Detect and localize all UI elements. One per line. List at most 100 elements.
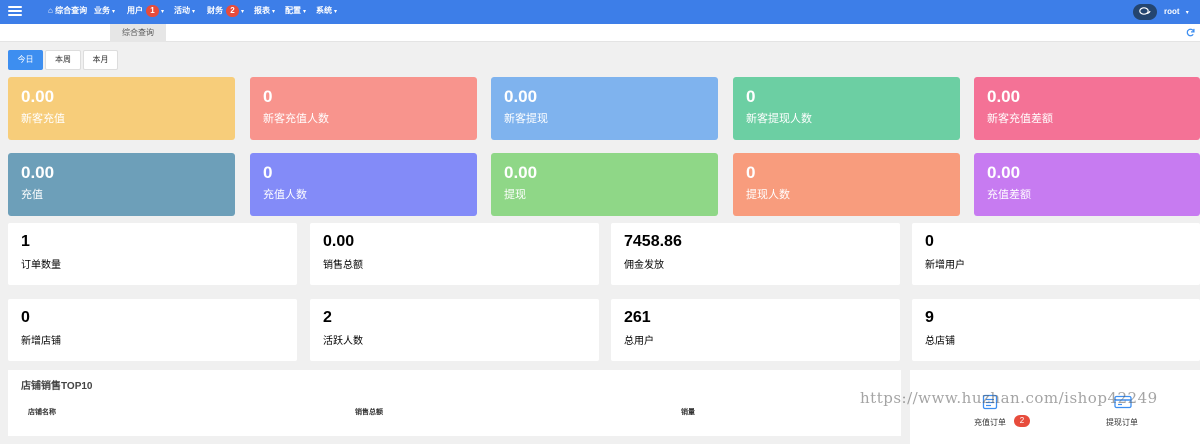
stat-card-new-recharge-diff: 0.00 新客充值差额 [974, 77, 1200, 140]
nav-item-label: 报表 [254, 6, 270, 15]
nav-item-users[interactable]: 用户 1 ▾ [127, 0, 164, 24]
stat-value: 0.00 [504, 87, 538, 106]
stat-card-withdraw-users: 0 提现人数 [733, 153, 960, 216]
stat-value: 1 [21, 233, 30, 250]
stat-card-commission: 7458.86 佣金发放 [611, 223, 900, 285]
recharge-orders-badge: 2 [1014, 415, 1030, 427]
stat-value: 7458.86 [624, 233, 682, 250]
stat-value: 0.00 [21, 87, 55, 106]
column-header-sales-total: 销售总额 [355, 409, 383, 416]
nav-item-label: 综合查询 [55, 6, 88, 15]
stat-label: 佣金发放 [624, 260, 664, 271]
stat-label: 充值差额 [987, 189, 1031, 201]
chevron-down-icon: ▾ [1185, 10, 1189, 16]
stat-card-recharge-users: 0 充值人数 [250, 153, 477, 216]
stat-value: 0 [263, 163, 273, 182]
tab-overview[interactable]: 综合查询 [110, 24, 166, 42]
hamburger-menu-icon[interactable] [8, 4, 22, 18]
stat-card-new-withdraw: 0.00 新客提现 [491, 77, 718, 140]
column-header-shop-name: 店铺名称 [28, 409, 56, 416]
stat-label: 新增店铺 [21, 336, 61, 347]
top-navbar: ⌂ 综合查询 业务 ▾ 用户 1 ▾ 活动 ▾ 财务 2 ▾ 报表 ▾ 配置 ▾ 系统 ▾ roo… [0, 0, 1200, 24]
chevron-down-icon: ▾ [241, 9, 245, 15]
nav-item-activity[interactable]: 活动 ▾ [174, 0, 195, 24]
stat-card-recharge-diff: 0.00 充值差额 [974, 153, 1200, 216]
stat-card-new-recharge: 0.00 新客充值 [8, 77, 235, 140]
nav-item-label: 活动 [174, 6, 190, 15]
stat-label: 提现 [504, 189, 526, 201]
stat-card-sales-total: 0.00 销售总额 [310, 223, 599, 285]
stat-value: 0.00 [987, 163, 1021, 182]
stat-value: 0 [746, 87, 756, 106]
stat-card-new-shops: 0 新增店铺 [8, 299, 297, 361]
chevron-down-icon: ▾ [161, 9, 165, 15]
period-today-button[interactable]: 今日 [8, 50, 43, 70]
stat-label: 活跃人数 [323, 336, 363, 347]
nav-item-label: 系统 [316, 6, 332, 15]
stat-value: 0.00 [323, 233, 355, 250]
stat-value: 0.00 [504, 163, 538, 182]
chevron-down-icon: ▾ [303, 9, 307, 15]
tab-strip: 综合查询 [0, 24, 1200, 42]
stat-value: 0 [746, 163, 756, 182]
username: root [1164, 7, 1180, 16]
period-week-button[interactable]: 本周 [45, 50, 81, 70]
stat-card-total-users: 261 总用户 [611, 299, 900, 361]
stat-label: 新增用户 [925, 260, 965, 271]
stat-label: 订单数量 [21, 260, 61, 271]
stat-card-order-count: 1 订单数量 [8, 223, 297, 285]
stat-label: 充值人数 [263, 189, 307, 201]
stat-value: 9 [925, 309, 934, 326]
stat-card-total-shops: 9 总店铺 [912, 299, 1200, 361]
nav-item-business[interactable]: 业务 ▾ [94, 0, 115, 24]
withdraw-orders-label: 提现订单 [1106, 418, 1138, 427]
stat-card-active-users: 2 活跃人数 [310, 299, 599, 361]
stat-label: 新客提现 [504, 113, 548, 125]
chevron-down-icon: ▾ [334, 9, 338, 15]
chat-bubble-icon [1139, 7, 1151, 15]
column-header-sales-volume: 销量 [681, 409, 695, 416]
stat-value: 0 [263, 87, 273, 106]
nav-item-reports[interactable]: 报表 ▾ [254, 0, 275, 24]
stat-label: 新客充值 [21, 113, 65, 125]
stat-value: 0.00 [21, 163, 55, 182]
stat-label: 充值 [21, 189, 43, 201]
refresh-icon[interactable] [1186, 28, 1195, 37]
stat-value: 261 [624, 309, 651, 326]
stat-label: 新客充值差额 [987, 113, 1053, 125]
home-icon: ⌂ [48, 6, 53, 15]
chat-icon[interactable] [1133, 4, 1157, 20]
panel-title: 店铺销售TOP10 [21, 381, 93, 392]
nav-item-finance[interactable]: 财务 2 ▾ [207, 0, 244, 24]
nav-item-label: 业务 [94, 6, 110, 15]
watermark-text: https://www.huzhan.com/ishop42249 [860, 389, 1158, 407]
nav-item-label: 配置 [285, 6, 301, 15]
nav-item-system[interactable]: 系统 ▾ [316, 0, 337, 24]
chevron-down-icon: ▾ [272, 9, 276, 15]
stat-card-new-recharge-users: 0 新客充值人数 [250, 77, 477, 140]
nav-item-config[interactable]: 配置 ▾ [285, 0, 306, 24]
shop-sales-top10-panel: 店铺销售TOP10 店铺名称 销售总额 销量 [8, 370, 901, 436]
stat-value: 0 [925, 233, 934, 250]
stat-card-recharge: 0.00 充值 [8, 153, 235, 216]
nav-item-overview[interactable]: ⌂ 综合查询 [48, 0, 87, 24]
stat-value: 0 [21, 309, 30, 326]
stat-label: 总用户 [624, 336, 654, 347]
user-menu[interactable]: root ▾ [1164, 0, 1189, 25]
period-month-button[interactable]: 本月 [83, 50, 118, 70]
quick-orders-panel: 充值订单 提现订单 2 [910, 370, 1200, 444]
stat-label: 新客充值人数 [263, 113, 329, 125]
chevron-down-icon: ▾ [112, 9, 116, 15]
nav-item-label: 用户 [127, 6, 143, 15]
stat-value: 0.00 [987, 87, 1021, 106]
stat-label: 新客提现人数 [746, 113, 812, 125]
stat-label: 总店铺 [925, 336, 955, 347]
stat-value: 2 [323, 309, 332, 326]
nav-users-badge: 1 [146, 5, 159, 17]
stat-card-new-withdraw-users: 0 新客提现人数 [733, 77, 960, 140]
stat-label: 提现人数 [746, 189, 790, 201]
stat-card-new-users: 0 新增用户 [912, 223, 1200, 285]
nav-item-label: 财务 [207, 6, 223, 15]
stat-card-withdraw: 0.00 提现 [491, 153, 718, 216]
chevron-down-icon: ▾ [192, 9, 196, 15]
